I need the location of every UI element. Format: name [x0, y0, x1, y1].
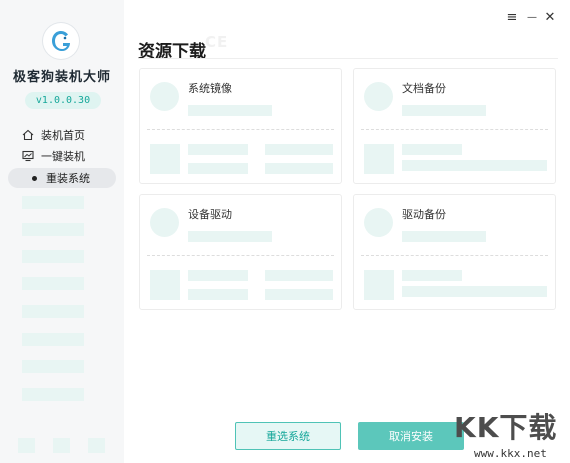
- resource-card-driver-backup: 驱动备份: [353, 194, 556, 310]
- progress-placeholder: [188, 105, 272, 116]
- resource-card-system-image: 系统镜像: [139, 68, 342, 184]
- thumb-placeholder: [364, 144, 394, 174]
- thumb-placeholder: [150, 270, 180, 300]
- sidebar-placeholder: [22, 360, 84, 373]
- sidebar-placeholder: [22, 305, 84, 318]
- sidebar-placeholder: [22, 388, 84, 401]
- sidebar-placeholder: [22, 250, 84, 263]
- divider: [138, 58, 558, 59]
- nav-item-label: 装机首页: [41, 129, 85, 142]
- dog-logo-icon: [52, 31, 70, 51]
- text-placeholder: [402, 160, 547, 171]
- nav-item-label: 重装系统: [46, 172, 90, 185]
- monitor-icon: [21, 149, 35, 163]
- progress-placeholder: [402, 105, 486, 116]
- sidebar-placeholder: [22, 277, 84, 290]
- nav-item-reinstall-system[interactable]: 重装系统: [8, 168, 116, 188]
- watermark-url: www.kkx.net: [474, 447, 547, 460]
- reselect-system-button[interactable]: 重选系统: [235, 422, 341, 450]
- menu-icon[interactable]: ≡: [505, 11, 519, 25]
- text-placeholder: [402, 270, 462, 281]
- text-placeholder: [402, 286, 547, 297]
- card-label: 系统镜像: [188, 82, 232, 95]
- progress-placeholder: [188, 231, 272, 242]
- card-label: 驱动备份: [402, 208, 446, 221]
- card-icon-placeholder: [150, 82, 179, 111]
- nav-item-home[interactable]: 装机首页: [8, 125, 116, 145]
- app-title: 极客狗装机大师: [12, 70, 111, 85]
- text-placeholder: [188, 270, 248, 281]
- text-placeholder: [265, 144, 333, 155]
- app-logo: [43, 23, 79, 59]
- nav-item-one-click-install[interactable]: 一键装机: [8, 146, 116, 166]
- card-label: 文档备份: [402, 82, 446, 95]
- text-placeholder: [188, 144, 248, 155]
- thumb-placeholder: [364, 270, 394, 300]
- cancel-install-button[interactable]: 取消安装: [358, 422, 464, 450]
- resource-card-device-driver: 设备驱动: [139, 194, 342, 310]
- card-divider: [361, 255, 548, 256]
- card-label: 设备驱动: [188, 208, 232, 221]
- text-placeholder: [188, 163, 248, 174]
- card-divider: [147, 129, 334, 130]
- version-badge: v1.0.0.30: [25, 92, 101, 109]
- sidebar-placeholder: [22, 196, 84, 209]
- text-placeholder: [265, 289, 333, 300]
- nav-item-label: 一键装机: [41, 150, 85, 163]
- sidebar-footer-placeholder: [53, 438, 70, 453]
- resource-card-document-backup: 文档备份: [353, 68, 556, 184]
- card-divider: [147, 255, 334, 256]
- sidebar-placeholder: [22, 333, 84, 346]
- close-button[interactable]: ✕: [543, 11, 557, 25]
- dot-icon: [32, 175, 37, 181]
- card-icon-placeholder: [150, 208, 179, 237]
- home-icon: [21, 128, 35, 142]
- text-placeholder: [265, 270, 333, 281]
- title-ghost-text: CE: [205, 33, 229, 51]
- text-placeholder: [265, 163, 333, 174]
- watermark-logo-text: KK下载: [454, 411, 558, 444]
- sidebar-placeholder: [22, 223, 84, 236]
- text-placeholder: [402, 144, 462, 155]
- watermark: KK下载 www.kkx.net: [452, 406, 570, 463]
- sidebar: 极客狗装机大师 v1.0.0.30 装机首页 一键装机 重装系统: [0, 0, 124, 463]
- sidebar-footer-placeholder: [88, 438, 105, 453]
- thumb-placeholder: [150, 144, 180, 174]
- card-icon-placeholder: [364, 82, 393, 111]
- text-placeholder: [188, 289, 248, 300]
- card-divider: [361, 129, 548, 130]
- sidebar-footer-placeholder: [18, 438, 35, 453]
- progress-placeholder: [402, 231, 486, 242]
- card-icon-placeholder: [364, 208, 393, 237]
- minimize-button[interactable]: —: [525, 11, 539, 25]
